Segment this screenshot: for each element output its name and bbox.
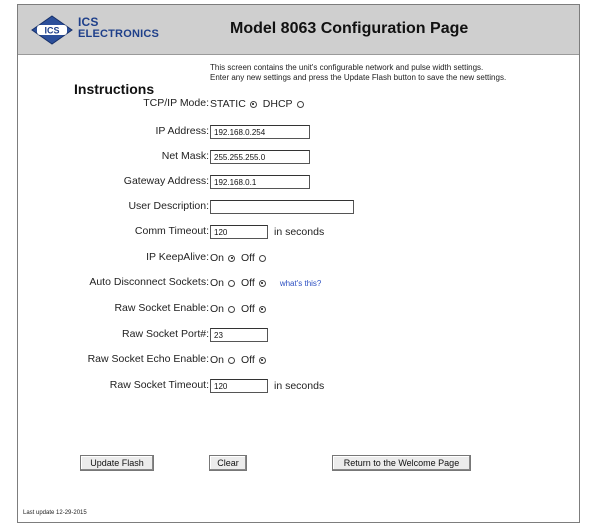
auto-disconnect-label: Auto Disconnect Sockets: [89,276,209,288]
raw-socket-timeout-label: Raw Socket Timeout: [109,379,209,391]
update-flash-button[interactable]: Update Flash [80,455,154,471]
gateway-input[interactable] [210,175,310,189]
svg-text:ICS: ICS [44,26,59,36]
raw-socket-echo-row: Raw Socket Echo Enable: On Off [18,350,579,370]
raw-socket-off-radio[interactable] [258,305,266,313]
ip-address-label: IP Address: [155,125,209,137]
page-title: Model 8063 Configuration Page [230,20,469,37]
raw-socket-port-row: Raw Socket Port#: [18,325,579,345]
return-welcome-button[interactable]: Return to the Welcome Page [332,455,471,471]
instructions-text: This screen contains the unit's configur… [210,63,570,83]
whats-this-link[interactable]: what's this? [280,279,322,288]
dhcp-radio[interactable] [296,100,304,108]
raw-socket-timeout-unit: in seconds [274,380,325,392]
page-header: ICS ICS ELECTRONICS Model 8063 Configura… [18,5,579,55]
raw-socket-echo-label: Raw Socket Echo Enable: [87,353,209,365]
user-description-row: User Description: [18,197,579,217]
ics-logo-text: ICS ELECTRONICS [78,16,159,40]
raw-socket-on-label: On [210,303,225,315]
gateway-row: Gateway Address: [18,172,579,192]
static-option-label: STATIC [210,98,246,110]
echo-off-label: Off [241,354,255,366]
auto-disconnect-off-label: Off [241,277,255,289]
comm-timeout-row: Comm Timeout: in seconds [18,222,579,242]
raw-socket-port-input[interactable] [210,328,268,342]
logo-line-1: ICS [78,15,99,29]
keepalive-on-label: On [210,252,225,264]
user-description-label: User Description: [128,200,209,212]
auto-disconnect-row: Auto Disconnect Sockets: On Off what's t… [18,273,579,293]
logo-line-2: ELECTRONICS [78,28,160,40]
raw-socket-timeout-input[interactable] [210,379,268,393]
auto-disconnect-off-radio[interactable] [258,279,266,287]
raw-socket-enable-row: Raw Socket Enable: On Off [18,299,579,319]
keepalive-off-radio[interactable] [258,254,266,262]
echo-on-label: On [210,354,225,366]
net-mask-row: Net Mask: [18,147,579,167]
dhcp-option-label: DHCP [262,98,293,110]
gateway-label: Gateway Address: [123,175,209,187]
raw-socket-enable-label: Raw Socket Enable: [114,302,209,314]
tcpip-mode-label: TCP/IP Mode: [143,97,209,109]
echo-off-radio[interactable] [258,356,266,364]
comm-timeout-label: Comm Timeout: [134,225,209,237]
echo-on-radio[interactable] [228,356,236,364]
instructions-line-1: This screen contains the unit's configur… [210,63,484,72]
net-mask-input[interactable] [210,150,310,164]
instructions-line-2: Enter any new settings and press the Upd… [210,73,507,82]
user-description-input[interactable] [210,200,354,214]
keepalive-off-label: Off [241,252,255,264]
last-update-text: Last update 12-29-2015 [23,510,87,516]
ics-logo-badge: ICS [31,15,73,45]
ip-keepalive-row: IP KeepAlive: On Off [18,248,579,268]
ip-address-input[interactable] [210,125,310,139]
raw-socket-on-radio[interactable] [228,305,236,313]
page-frame: ICS ICS ELECTRONICS Model 8063 Configura… [17,4,580,523]
clear-button[interactable]: Clear [209,455,247,471]
ip-address-row: IP Address: [18,122,579,142]
raw-socket-port-label: Raw Socket Port#: [122,328,209,340]
net-mask-label: Net Mask: [161,150,209,162]
ics-logo: ICS ICS ELECTRONICS [31,15,159,45]
tcpip-mode-row: TCP/IP Mode: STATIC DHCP [18,94,579,114]
comm-timeout-input[interactable] [210,225,268,239]
keepalive-on-radio[interactable] [228,254,236,262]
auto-disconnect-on-radio[interactable] [228,279,236,287]
static-radio[interactable] [249,100,257,108]
auto-disconnect-on-label: On [210,277,225,289]
ip-keepalive-label: IP KeepAlive: [146,251,209,263]
comm-timeout-unit: in seconds [274,226,325,238]
raw-socket-timeout-row: Raw Socket Timeout: in seconds [18,376,579,396]
raw-socket-off-label: Off [241,303,255,315]
